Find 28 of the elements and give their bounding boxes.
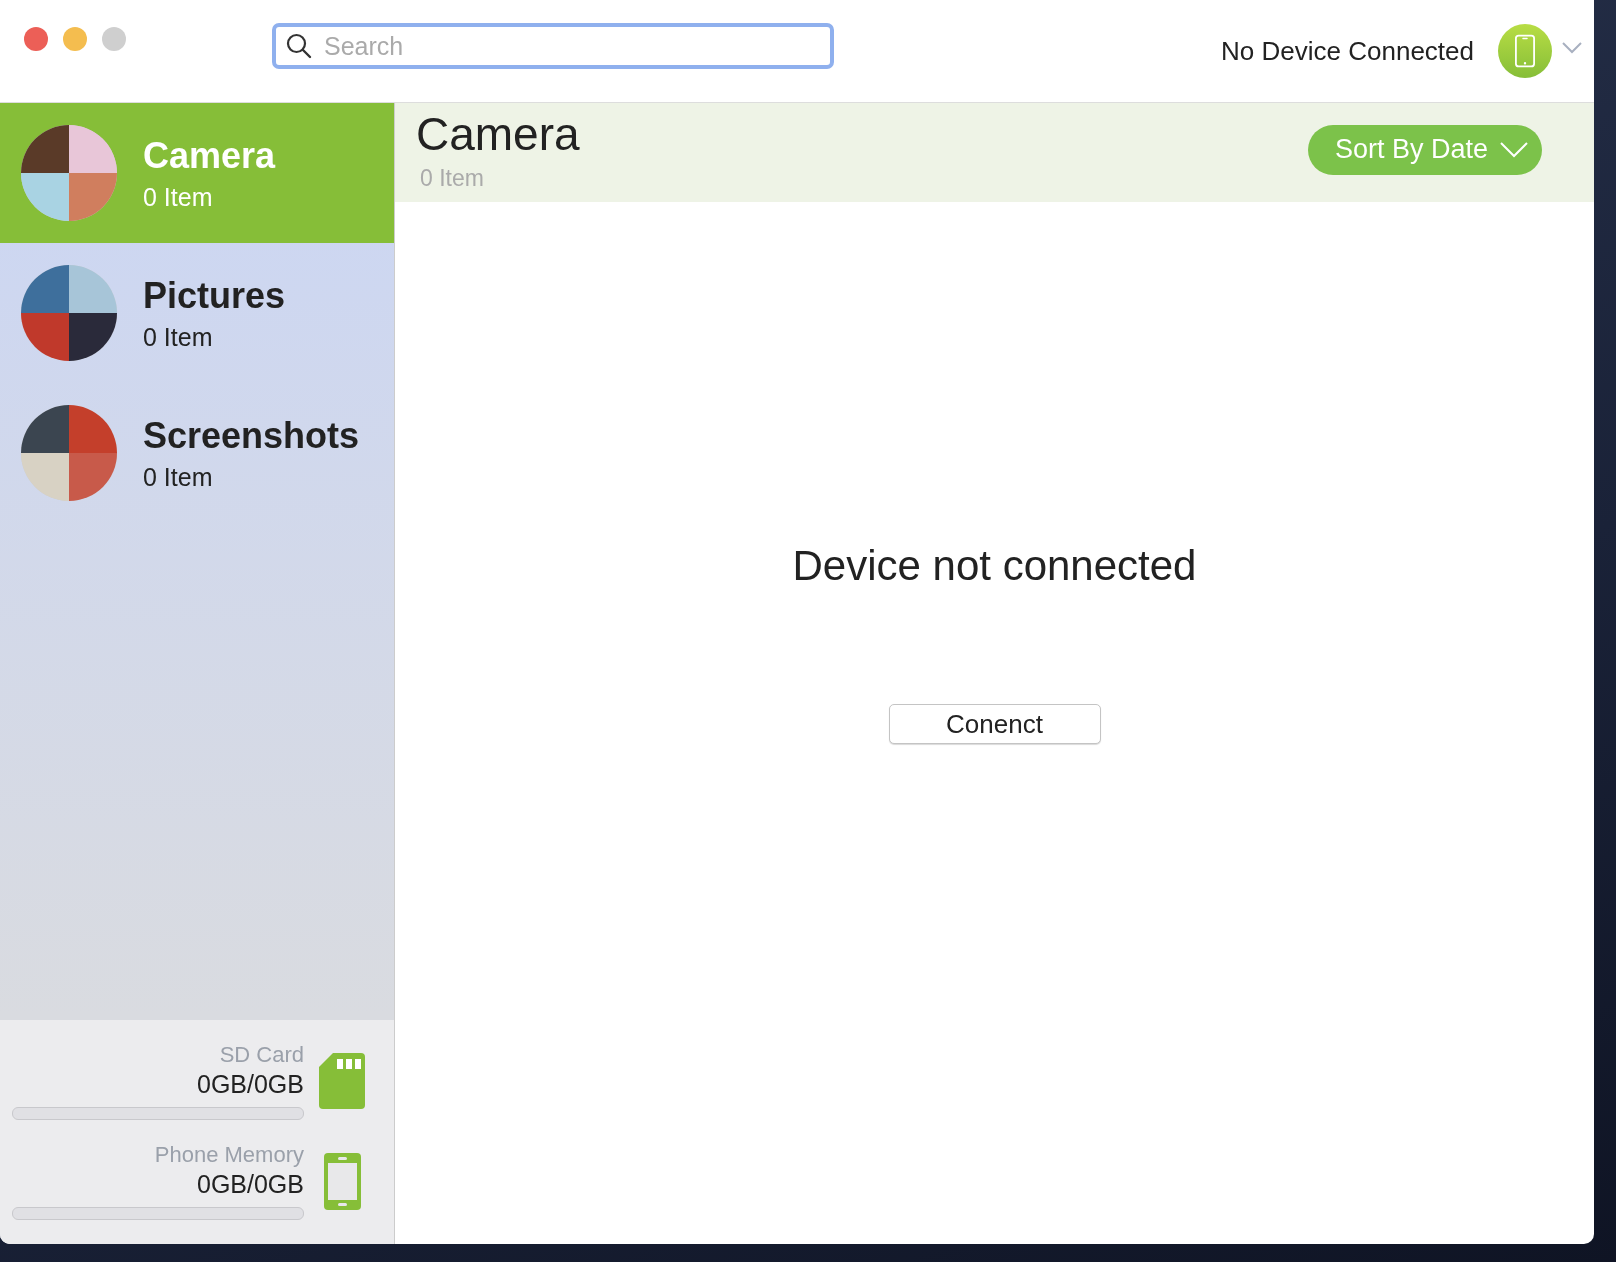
chevron-down-icon[interactable] <box>1562 42 1582 54</box>
device-status: No Device Connected <box>1221 35 1474 67</box>
item-count: 0 Item <box>143 462 214 492</box>
sd-card-icon <box>319 1053 365 1109</box>
item-count: 0 Item <box>420 165 485 192</box>
chevron-down-icon <box>1500 141 1528 158</box>
minimize-window-button[interactable] <box>63 27 87 51</box>
search-icon <box>286 33 312 59</box>
zoom-window-button[interactable] <box>102 27 126 51</box>
device-button[interactable] <box>1498 24 1552 78</box>
close-window-button[interactable] <box>24 27 48 51</box>
empty-state-message: Device not connected <box>792 542 1197 590</box>
storage-label: Phone Memory <box>154 1142 304 1168</box>
storage-usage: 0GB/0GB <box>197 1070 304 1099</box>
sidebar-item[interactable]: Screenshots 0 Item <box>0 383 394 523</box>
sidebar-item[interactable]: Pictures 0 Item <box>0 243 394 383</box>
phone-icon <box>1515 34 1535 68</box>
phone-icon <box>323 1152 361 1210</box>
section-title: Camera <box>416 107 580 161</box>
search-field[interactable]: Search <box>272 23 834 69</box>
item-count: 0 Item <box>143 322 214 352</box>
connect-button[interactable]: Conenct <box>888 704 1101 744</box>
album-title: Screenshots <box>143 414 360 456</box>
album-title: Camera <box>143 134 276 176</box>
album-title: Pictures <box>143 274 286 316</box>
storage-usage: 0GB/0GB <box>197 1170 304 1199</box>
item-count: 0 Item <box>143 182 214 212</box>
storage-label: SD Card <box>219 1042 304 1068</box>
